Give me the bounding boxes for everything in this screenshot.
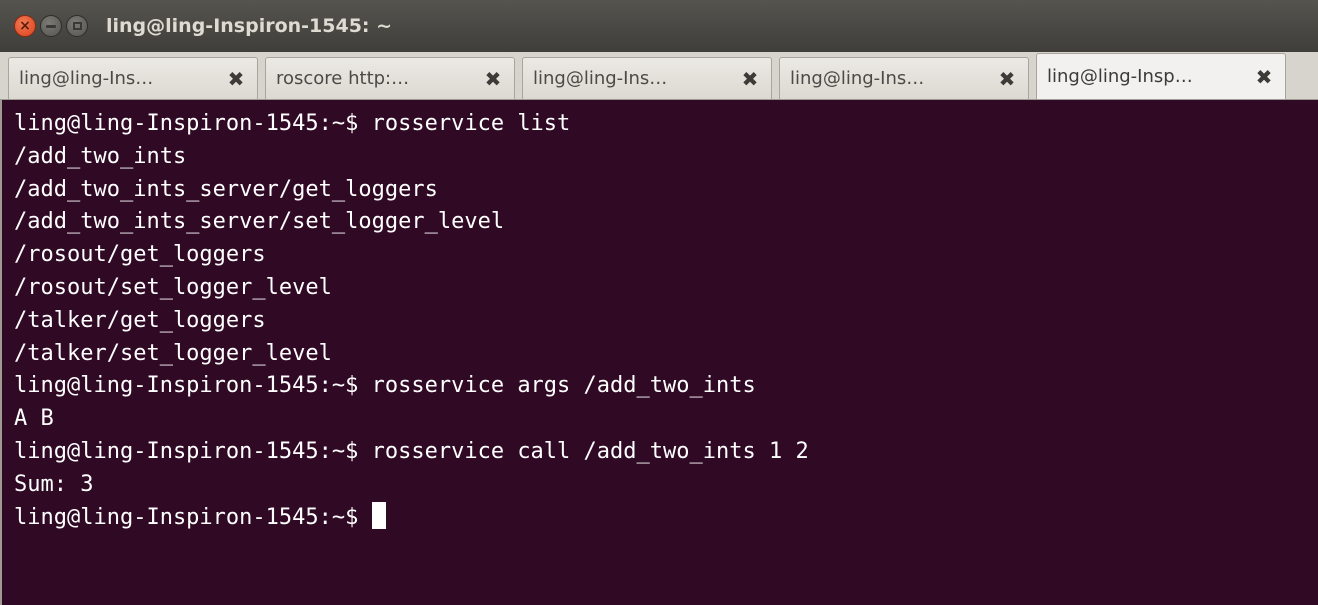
- minimize-icon: [46, 24, 56, 28]
- title-bar[interactable]: × ling@ling-Inspiron-1545: ~: [0, 0, 1318, 52]
- terminal-line: /rosout/set_logger_level: [14, 274, 332, 300]
- tab-close-icon[interactable]: ✖: [480, 66, 506, 92]
- terminal-line: /add_two_ints: [14, 143, 187, 169]
- minimize-window-button[interactable]: [40, 15, 62, 37]
- terminal-line: /add_two_ints_server/get_loggers: [14, 176, 438, 202]
- tab-close-icon[interactable]: ✖: [223, 66, 249, 92]
- tab-label: ling@ling-Ins…: [533, 68, 668, 89]
- terminal-line: ling@ling-Inspiron-1545:~$ rosservice ar…: [14, 373, 756, 399]
- terminal-prompt-line[interactable]: ling@ling-Inspiron-1545:~$: [14, 501, 1318, 535]
- tab-label: roscore http:…: [276, 68, 410, 89]
- tab-label: ling@ling-Ins…: [19, 68, 154, 89]
- terminal-prompt: ling@ling-Inspiron-1545:~$: [14, 504, 372, 530]
- tab-3[interactable]: ling@ling-Ins… ✖: [522, 57, 772, 99]
- tab-4[interactable]: ling@ling-Ins… ✖: [779, 57, 1029, 99]
- tab-5-active[interactable]: ling@ling-Insp… ✖: [1036, 53, 1286, 99]
- tab-2[interactable]: roscore http:… ✖: [265, 57, 515, 99]
- tab-close-icon[interactable]: ✖: [1251, 64, 1277, 90]
- tab-bar: ling@ling-Ins… ✖ roscore http:… ✖ ling@l…: [0, 52, 1318, 100]
- maximize-window-button[interactable]: [66, 15, 88, 37]
- terminal-line: ling@ling-Inspiron-1545:~$ rosservice ca…: [14, 438, 809, 464]
- close-window-button[interactable]: ×: [14, 15, 36, 37]
- terminal-line: Sum: 3: [14, 471, 94, 497]
- terminal-line: A B: [14, 406, 54, 432]
- terminal-line: /talker/set_logger_level: [14, 340, 332, 366]
- tab-1[interactable]: ling@ling-Ins… ✖: [8, 57, 258, 99]
- tab-label: ling@ling-Ins…: [790, 68, 925, 89]
- tab-label: ling@ling-Insp…: [1047, 66, 1193, 87]
- maximize-icon: [72, 22, 82, 30]
- terminal-line: ling@ling-Inspiron-1545:~$ rosservice li…: [14, 111, 571, 136]
- terminal-output[interactable]: ling@ling-Inspiron-1545:~$ rosservice li…: [0, 100, 1318, 605]
- tab-close-icon[interactable]: ✖: [994, 66, 1020, 92]
- text-cursor: [371, 501, 386, 529]
- terminal-line: /talker/get_loggers: [14, 307, 266, 333]
- terminal-line: /rosout/get_loggers: [14, 242, 266, 268]
- terminal-window: × ling@ling-Inspiron-1545: ~ ling@ling-I…: [0, 0, 1318, 605]
- close-icon: ×: [19, 18, 31, 34]
- terminal-line: /add_two_ints_server/set_logger_level: [14, 209, 505, 235]
- window-title: ling@ling-Inspiron-1545: ~: [106, 15, 393, 37]
- tab-close-icon[interactable]: ✖: [737, 66, 763, 92]
